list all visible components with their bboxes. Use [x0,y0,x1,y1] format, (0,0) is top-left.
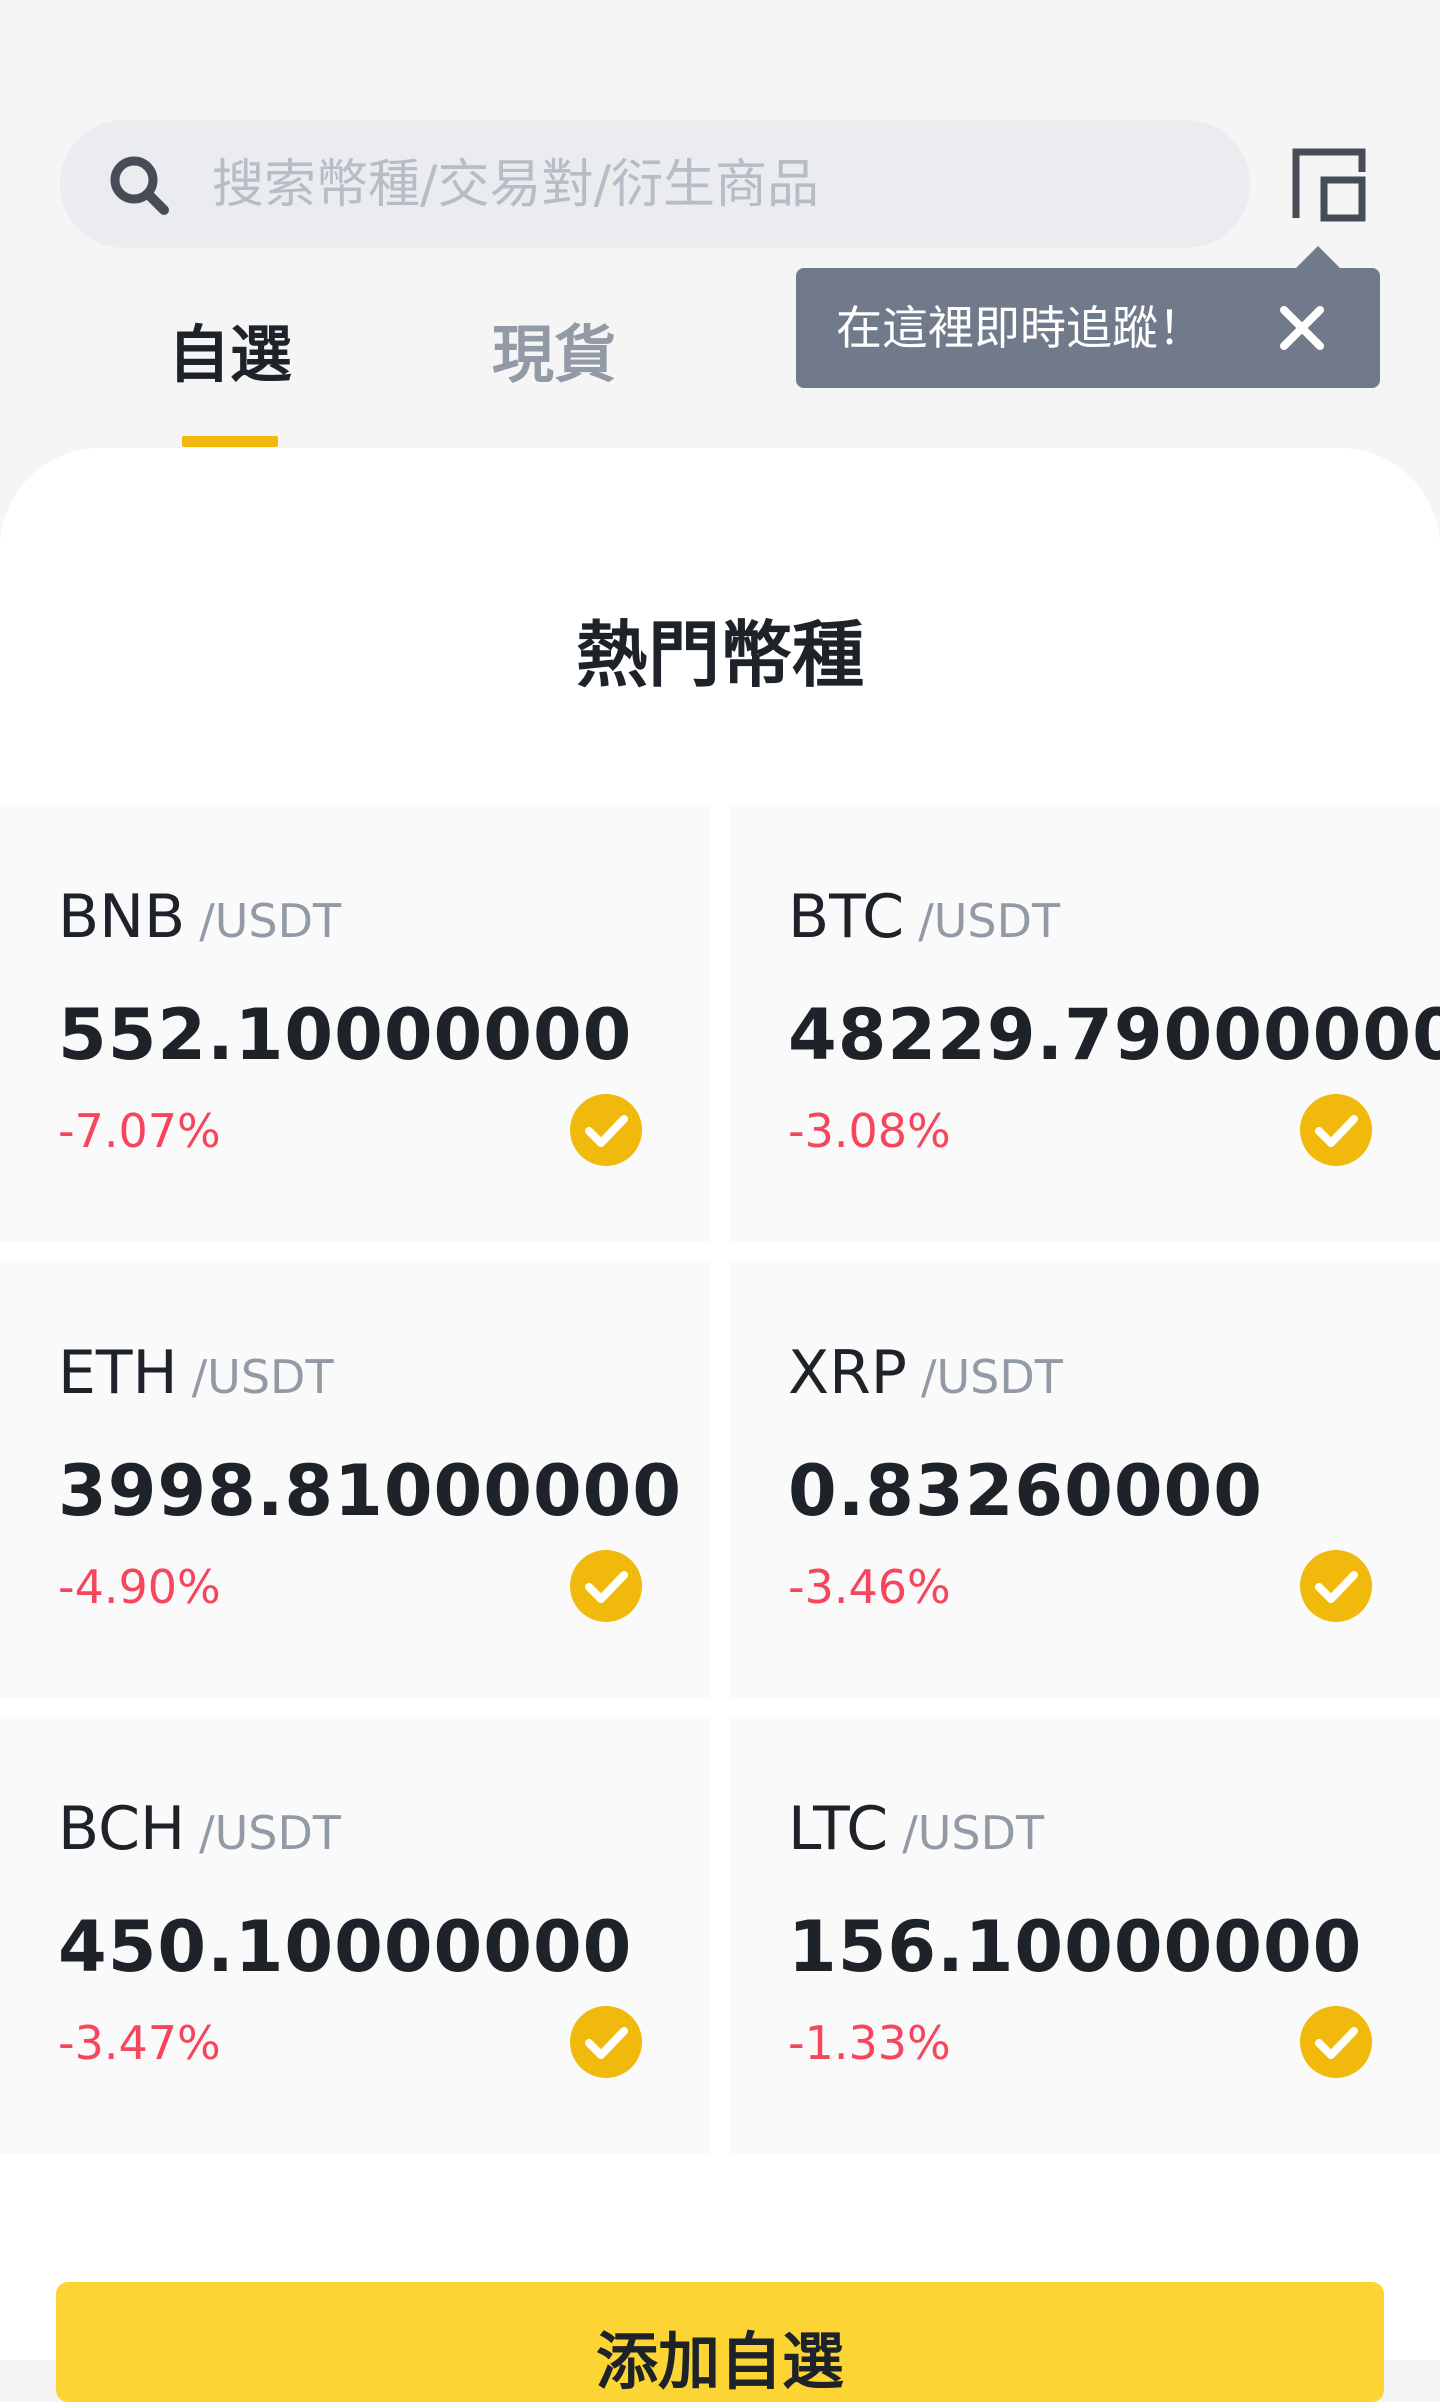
price-value: 156.10000000 [788,1906,1363,1988]
price-value: 3998.81000000 [58,1450,683,1532]
base-symbol: BTC [788,882,905,952]
pair-label: BNB/USDT [58,882,341,952]
quote-symbol: /USDT [902,1806,1045,1860]
pair-label: BCH/USDT [58,1794,341,1864]
quote-symbol: /USDT [191,1350,334,1404]
coin-card-xrp[interactable]: XRP/USDT 0.83260000 -3.46% [730,1260,1440,1698]
coin-card-ltc[interactable]: LTC/USDT 156.10000000 -1.33% [730,1716,1440,2154]
check-circle-icon[interactable] [1300,2006,1372,2078]
price-change: -7.07% [58,1104,221,1158]
active-tab-indicator [182,436,278,447]
check-circle-icon[interactable] [1300,1094,1372,1166]
tab-favorites[interactable]: 自選 [150,300,310,410]
search-bar[interactable] [60,120,1250,250]
pair-label: LTC/USDT [788,1794,1044,1864]
tooltip-text: 在這裡即時追蹤！ [836,301,1204,355]
coin-card-bnb[interactable]: BNB/USDT 552.10000000 -7.07% [0,804,710,1242]
tab-spot[interactable]: 現貨 [474,300,634,410]
base-symbol: BCH [58,1794,186,1864]
check-circle-icon[interactable] [570,1094,642,1166]
check-circle-icon[interactable] [1300,1550,1372,1622]
base-symbol: ETH [58,1338,178,1408]
pair-label: ETH/USDT [58,1338,334,1408]
coin-card-bch[interactable]: BCH/USDT 450.10000000 -3.47% [0,1716,710,2154]
quote-symbol: /USDT [199,894,342,948]
quote-symbol: /USDT [199,1806,342,1860]
add-favorites-button[interactable]: 添加自選 [56,2282,1384,2402]
base-symbol: LTC [788,1794,889,1864]
base-symbol: BNB [58,882,186,952]
price-value: 48229.79000000 [788,994,1440,1076]
coin-card-eth[interactable]: ETH/USDT 3998.81000000 -4.90% [0,1260,710,1698]
tooltip-arrow [1294,246,1342,270]
price-value: 0.83260000 [788,1450,1263,1532]
check-circle-icon[interactable] [570,1550,642,1622]
price-change: -3.46% [788,1560,951,1614]
price-value: 450.10000000 [58,1906,633,1988]
quote-symbol: /USDT [918,894,1061,948]
scan-icon[interactable] [1290,146,1368,224]
pair-label: BTC/USDT [788,882,1060,952]
section-title: 熱門幣種 [575,613,864,697]
coin-card-btc[interactable]: BTC/USDT 48229.79000000 -3.08% [730,804,1440,1242]
quote-symbol: /USDT [920,1350,1063,1404]
search-input[interactable] [210,120,1214,250]
search-icon [110,156,169,215]
price-change: -3.08% [788,1104,951,1158]
price-value: 552.10000000 [58,994,633,1076]
tracking-tooltip: 在這裡即時追蹤！ [796,246,1380,388]
check-circle-icon[interactable] [570,2006,642,2078]
close-icon[interactable] [1274,300,1330,356]
price-change: -4.90% [58,1560,221,1614]
price-change: -3.47% [58,2016,221,2070]
base-symbol: XRP [788,1338,907,1408]
price-change: -1.33% [788,2016,951,2070]
pair-label: XRP/USDT [788,1338,1063,1408]
